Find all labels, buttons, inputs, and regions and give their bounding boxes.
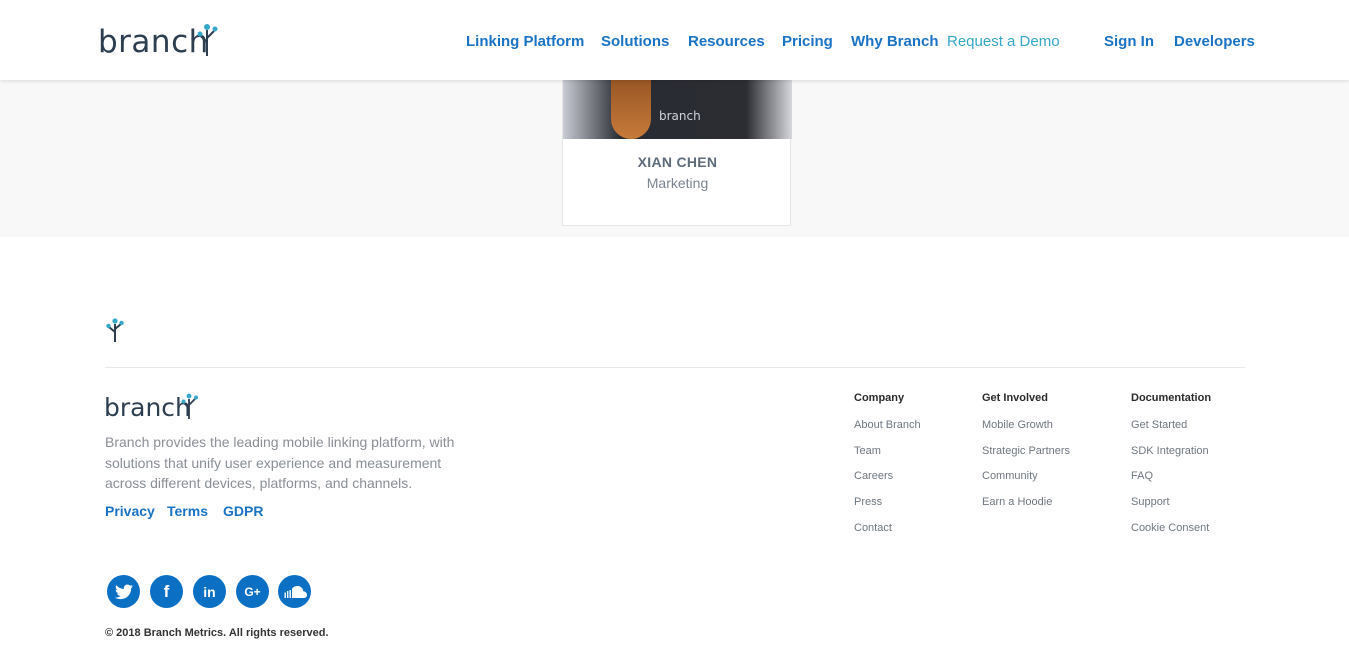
footer-link-get-started[interactable]: Get Started xyxy=(1131,419,1187,431)
footer-link-support[interactable]: Support xyxy=(1131,496,1170,508)
footer-col-get-involved-heading: Get Involved xyxy=(982,392,1049,404)
gdpr-link[interactable]: GDPR xyxy=(223,503,263,519)
soundcloud-button[interactable] xyxy=(278,575,311,608)
nav-pricing[interactable]: Pricing xyxy=(782,33,833,50)
twitter-button[interactable] xyxy=(107,575,140,608)
footer-link-press[interactable]: Press xyxy=(854,496,882,508)
copyright-text: © 2018 Branch Metrics. All rights reserv… xyxy=(105,627,329,639)
nav-why-branch[interactable]: Why Branch xyxy=(851,33,939,50)
footer-divider xyxy=(105,367,1245,368)
footer-link-community[interactable]: Community xyxy=(982,470,1038,482)
footer-link-earn-hoodie[interactable]: Earn a Hoodie xyxy=(982,496,1052,508)
footer-link-team[interactable]: Team xyxy=(854,445,881,457)
linkedin-button[interactable]: in xyxy=(193,575,226,608)
twitter-icon xyxy=(114,584,133,599)
google-plus-icon: G+ xyxy=(244,584,261,599)
nav-resources[interactable]: Resources xyxy=(688,33,765,50)
footer-link-about-branch[interactable]: About Branch xyxy=(854,419,921,431)
team-member-name: XIAN CHEN xyxy=(637,154,718,170)
site-header: branch Linking Platform Solutions Resour… xyxy=(0,0,1349,80)
shirt-logo: branch xyxy=(659,109,701,123)
footer-link-contact[interactable]: Contact xyxy=(854,522,892,534)
linkedin-icon: in xyxy=(203,583,216,600)
nav-developers[interactable]: Developers xyxy=(1174,33,1255,50)
nav-solutions[interactable]: Solutions xyxy=(601,33,669,50)
footer-col-company-heading: Company xyxy=(854,392,905,404)
footer-link-mobile-growth[interactable]: Mobile Growth xyxy=(982,419,1053,431)
footer-col-documentation-heading: Documentation xyxy=(1131,392,1212,404)
footer-logo-wordmark: branch xyxy=(104,393,191,422)
footer-logo[interactable]: branch xyxy=(104,389,199,423)
team-member-role: Marketing xyxy=(646,175,709,191)
branch-logo[interactable]: branch xyxy=(98,18,219,62)
team-member-card: branch XIAN CHEN Marketing xyxy=(562,60,792,226)
logo-wordmark: branch xyxy=(98,24,209,60)
footer-link-cookie-consent[interactable]: Cookie Consent xyxy=(1131,522,1209,534)
footer-description: Branch provides the leading mobile linki… xyxy=(105,434,455,491)
branch-tree-icon xyxy=(106,318,124,342)
nav-request-demo[interactable]: Request a Demo xyxy=(947,33,1060,50)
facebook-button[interactable]: f xyxy=(150,575,183,608)
footer-link-careers[interactable]: Careers xyxy=(854,470,893,482)
branch-tree-icon xyxy=(197,24,218,56)
branch-tree-icon xyxy=(181,393,198,419)
privacy-link[interactable]: Privacy xyxy=(105,503,155,519)
soundcloud-icon xyxy=(284,585,307,598)
terms-link[interactable]: Terms xyxy=(167,503,208,519)
nav-linking-platform[interactable]: Linking Platform xyxy=(466,33,584,50)
nav-sign-in[interactable]: Sign In xyxy=(1104,33,1154,50)
footer-link-strategic-partners[interactable]: Strategic Partners xyxy=(982,445,1070,457)
footer-link-sdk-integration[interactable]: SDK Integration xyxy=(1131,445,1209,457)
google-plus-button[interactable]: G+ xyxy=(236,575,269,608)
facebook-icon: f xyxy=(163,581,170,601)
footer-link-faq[interactable]: FAQ xyxy=(1131,470,1153,482)
team-section: branch XIAN CHEN Marketing xyxy=(0,60,1349,237)
